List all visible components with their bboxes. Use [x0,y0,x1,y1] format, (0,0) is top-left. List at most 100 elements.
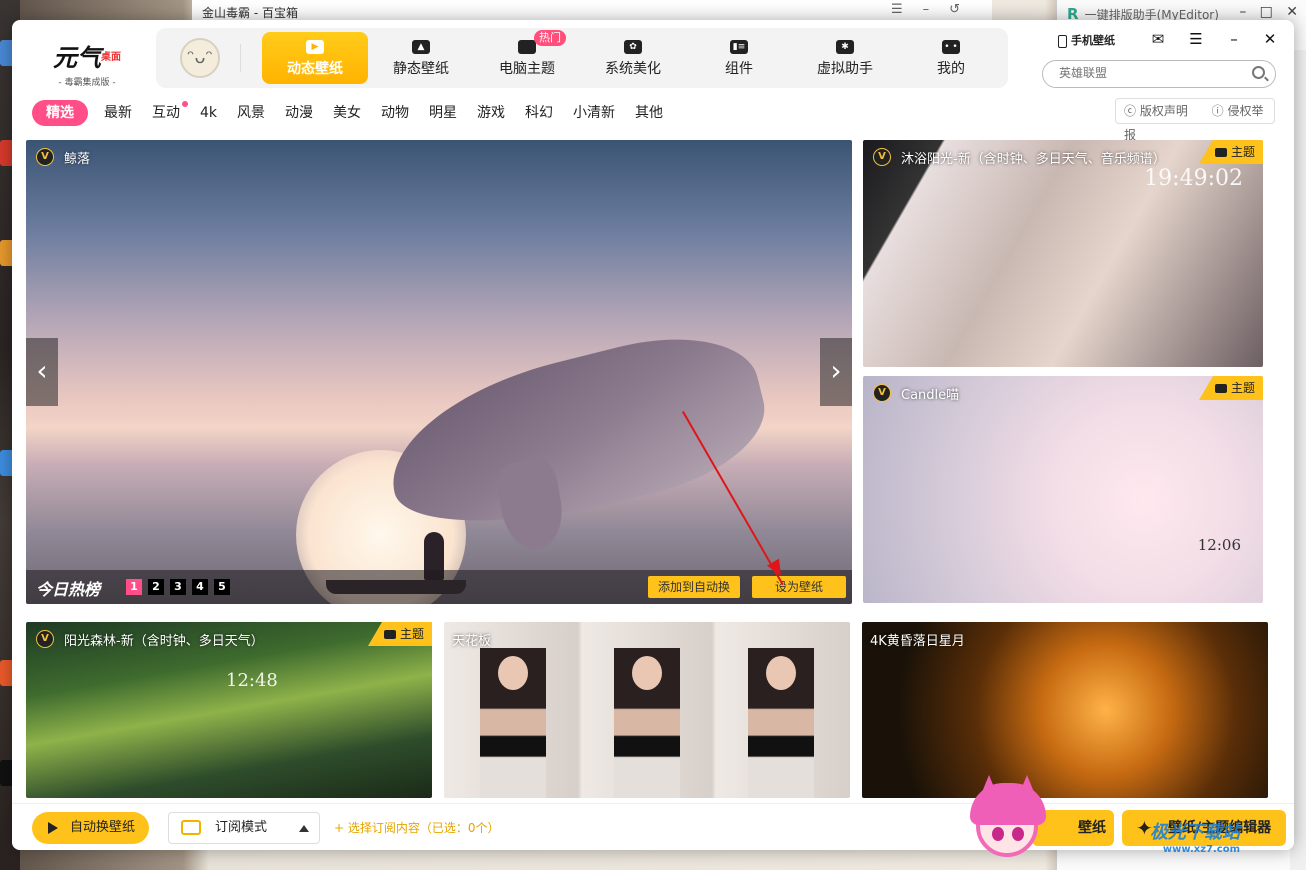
category-tabs: 精选 最新 互动 4k 风景 动漫 美女 动物 明星 游戏 科幻 小清新 其他 [32,100,673,126]
app-logo: 元气桌面 - 毒霸集成版 - [42,38,132,88]
close-button[interactable]: ✕ [1260,30,1280,48]
page-dot[interactable]: 4 [192,579,208,595]
tab-beauty[interactable]: 美女 [323,100,371,126]
watermark-url: www.xz7.com [1162,844,1240,855]
set-wallpaper-button[interactable]: 设为壁纸 [752,576,846,598]
page-dot[interactable]: 2 [148,579,164,595]
nav-virtual-assistant[interactable]: ✱ 虚拟助手 [792,32,898,84]
avatar[interactable]: ᵔᴗᵔ [180,38,220,78]
card-figure-head [498,656,528,690]
badge-label: 主题 [399,627,424,641]
flower-icon: ✿ [624,40,642,54]
tab-animals[interactable]: 动物 [371,100,419,126]
page-dot[interactable]: 5 [214,579,230,595]
card-title: 阳光森林-新（含时钟、多日天气） [64,634,264,649]
user-icon: • • [942,40,960,54]
card-figure-head [632,656,662,690]
tv-icon [181,820,201,835]
theme-badge: 主题 [1198,140,1263,164]
nav-dynamic-wallpaper[interactable]: ▶ 动态壁纸 [262,32,368,84]
background-window-title: 金山毒霸 - 百宝箱 [202,6,298,20]
video-icon: ▶ [306,40,324,54]
tab-fresh[interactable]: 小清新 [563,100,625,126]
card-figure [480,648,546,798]
virtual-assistant-mascot[interactable] [966,775,1050,870]
card-figure [748,648,814,798]
tab-other[interactable]: 其他 [625,100,673,126]
nav-static-wallpaper[interactable]: ▲ 静态壁纸 [368,32,474,84]
search-icon[interactable] [1252,66,1265,79]
card-title: 天花板 [452,634,492,649]
shirt-icon [518,40,536,54]
wallpaper-card[interactable]: V 阳光森林-新（含时钟、多日天气） 主题 12:48 [26,622,432,798]
tab-anime[interactable]: 动漫 [275,100,323,126]
copyright-label: 版权声明 [1139,104,1188,118]
nav-label: 我的 [937,61,965,77]
wallpaper-card[interactable]: 4K黄昏落日星月 [862,622,1268,798]
nav-system-beautify[interactable]: ✿ 系统美化 [580,32,686,84]
nav-widgets[interactable]: ▮≡ 组件 [686,32,792,84]
hero-banner[interactable]: V 鲸落 ‹ › 今日热榜 1 2 3 4 5 添加到自动换 设为壁纸 [26,140,852,604]
page-dot[interactable]: 1 [126,579,142,595]
tab-scenery[interactable]: 风景 [227,100,275,126]
nav-label: 组件 [725,61,753,77]
search-input[interactable] [1059,66,1239,80]
prev-arrow-icon[interactable]: ‹ [26,338,58,406]
card-clock: 12:48 [226,670,278,691]
copyright-link[interactable]: ⓒ 版权声明 [1124,104,1198,118]
card-title: Candle喵 [901,388,960,403]
select-subscription-link[interactable]: + 选择订阅内容（已选：0个） [334,819,500,836]
card-title: 4K黄昏落日星月 [870,634,965,649]
card-clock: 19:49:02 [1144,166,1243,191]
vip-icon: V [873,384,891,402]
search-box [1042,60,1276,88]
rights-links: ⓒ 版权声明 ⓘ 侵权举报 [1115,98,1275,142]
hero-pagination: 1 2 3 4 5 [126,579,236,595]
badge-label: 主题 [1230,145,1255,159]
hot-ranking-label: 今日热榜 [36,580,101,599]
nav-divider [240,44,241,72]
hot-badge: 热门 [534,30,566,46]
vip-icon: V [36,630,54,648]
minimize-button[interactable]: – [1224,30,1244,48]
nav-mine[interactable]: • • 我的 [898,32,1004,84]
background-window-controls[interactable]: – □ ✕ [1239,4,1298,20]
tab-featured[interactable]: 精选 [32,100,88,126]
wallpaper-card[interactable]: V 沐浴阳光-新（含时钟、多日天气、音乐频谱） 主题 19:49:02 [863,140,1263,367]
logo-main: 元气 [53,43,101,72]
shirt-icon [1214,384,1227,393]
tab-stars[interactable]: 明星 [419,100,467,126]
card-figure [614,648,680,798]
tab-scifi[interactable]: 科幻 [515,100,563,126]
footer-bar: 自动换壁纸 订阅模式 + 选择订阅内容（已选：0个） 壁纸 ✦ 壁纸/主题编辑器 [12,803,1294,850]
mode-select-value: 订阅模式 [215,820,268,835]
watermark-main: 极光下载站 [1150,822,1240,843]
mail-icon[interactable]: ✉ [1148,30,1168,48]
tab-interactive[interactable]: 互动 [142,100,190,126]
next-arrow-icon[interactable]: › [820,338,852,406]
add-to-auto-change-button[interactable]: 添加到自动换 [648,576,740,598]
phone-wallpaper-button[interactable]: 手机壁纸 [1058,32,1115,48]
mode-select[interactable]: 订阅模式 [168,812,320,844]
menu-icon[interactable]: ☰ [1186,30,1206,48]
nav-label: 动态壁纸 [287,61,343,77]
wallpaper-card[interactable]: 天花板 [444,622,850,798]
nav-label: 电脑主题 [499,61,555,77]
tab-label: 互动 [152,105,180,121]
nav-label: 静态壁纸 [393,61,449,77]
page-dot[interactable]: 3 [170,579,186,595]
caret-up-icon [299,825,309,832]
tab-4k[interactable]: 4k [190,100,227,126]
shirt-icon [1214,148,1227,157]
auto-change-wallpaper-button[interactable]: 自动换壁纸 [32,812,149,844]
mascot-eye [1012,827,1024,841]
tab-latest[interactable]: 最新 [94,100,142,126]
site-watermark: 极光下载站 www.xz7.com [1150,818,1240,855]
paw-icon: ✱ [836,40,854,54]
theme-badge: 主题 [1198,376,1263,400]
background-window-controls[interactable]: ☰–↺ [891,2,980,17]
nav-label: 虚拟助手 [817,61,873,77]
wallpaper-card[interactable]: V Candle喵 主题 12:06 [863,376,1263,603]
background-window-kingsoft[interactable]: 金山毒霸 - 百宝箱 ☰–↺ [192,0,992,22]
tab-games[interactable]: 游戏 [467,100,515,126]
